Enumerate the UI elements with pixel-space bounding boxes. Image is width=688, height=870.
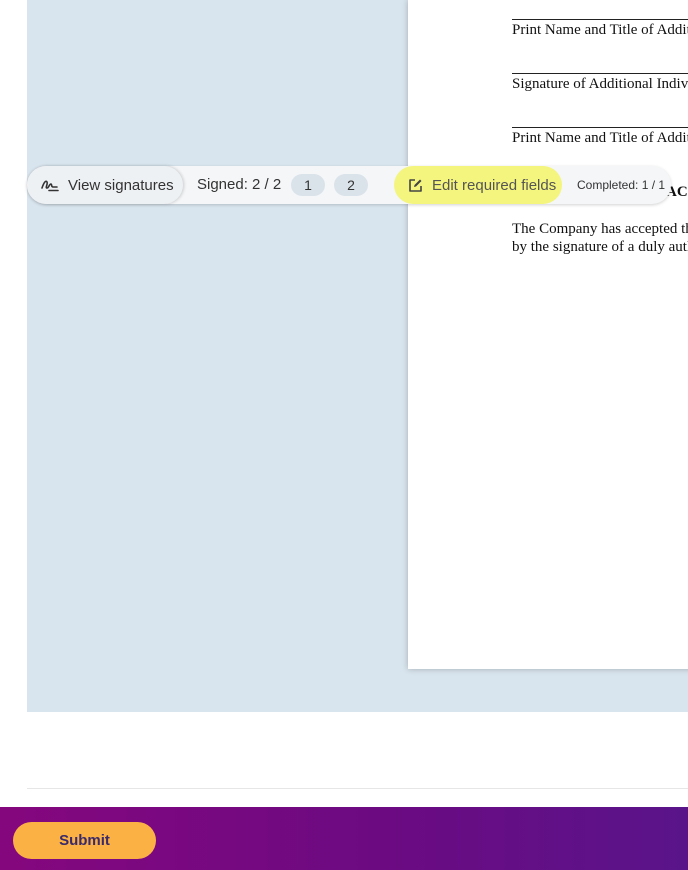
- edit-icon: [409, 178, 422, 192]
- signature-line: [512, 127, 688, 128]
- signing-toolbar: View signatures Signed: 2 / 2 1 2 Edit r…: [27, 166, 671, 204]
- paragraph-line: by the signature of a duly authorized of…: [512, 239, 688, 255]
- signature-line: [512, 73, 688, 74]
- document-page: Print Name and Title of Additional Indiv…: [408, 0, 688, 669]
- signer-page-1-button[interactable]: 1: [291, 174, 325, 196]
- signature-label: Signature of Additional Individual: [512, 76, 688, 92]
- print-name-label: Print Name and Title of Additional Indiv…: [512, 130, 688, 146]
- footer-bar: Submit: [0, 807, 688, 870]
- signature-line: [512, 19, 688, 20]
- view-signatures-label: View signatures: [68, 176, 174, 194]
- completed-count: Completed: 1 / 1: [577, 178, 666, 192]
- edit-required-fields-label: Edit required fields: [432, 176, 557, 194]
- document-viewer[interactable]: Print Name and Title of Additional Indiv…: [27, 0, 688, 712]
- signer-page-2-button[interactable]: 2: [334, 174, 368, 196]
- acceptance-paragraph: The Company has accepted the foregoing b…: [512, 220, 688, 256]
- divider: [27, 788, 688, 789]
- signed-count: Signed: 2 / 2: [197, 176, 282, 193]
- view-signatures-button[interactable]: View signatures: [27, 166, 183, 204]
- print-name-label: Print Name and Title of Additional Indiv…: [512, 22, 688, 38]
- edit-required-fields-button[interactable]: Edit required fields: [394, 166, 562, 204]
- signature-icon: [41, 180, 59, 192]
- paragraph-line: The Company has accepted the foregoing: [512, 221, 688, 237]
- submit-button[interactable]: Submit: [13, 822, 156, 859]
